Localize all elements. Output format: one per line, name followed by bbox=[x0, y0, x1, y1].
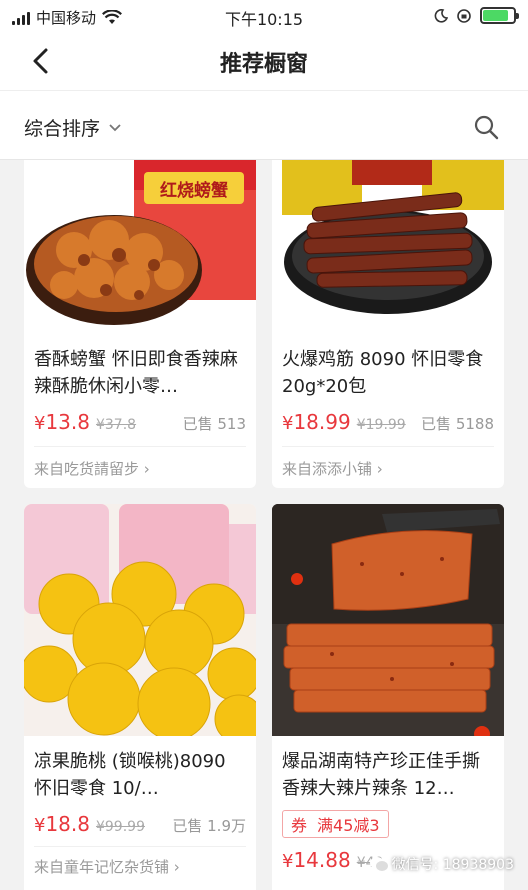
price: ¥13.8 bbox=[34, 410, 90, 434]
coupon-tag: 券 bbox=[291, 816, 308, 835]
price-row: ¥18.99 ¥19.99 已售 5188 bbox=[282, 410, 494, 438]
shop-link[interactable]: 来自添添小铺 › bbox=[282, 458, 494, 479]
shop-link[interactable]: 来自童年记忆杂货铺 › bbox=[34, 856, 246, 877]
shop-link[interactable]: 来自吃货請留步 › bbox=[34, 458, 246, 479]
coupon-text: 满45减3 bbox=[317, 816, 380, 835]
price: ¥18.8 bbox=[34, 812, 90, 836]
sort-dropdown[interactable]: 综合排序 bbox=[24, 114, 122, 141]
original-price: ¥37.8 bbox=[95, 417, 137, 433]
product-card[interactable]: 爆品湖南特产珍正佳手撕香辣大辣片辣条 12… 券 满45减3 ¥14.88 ¥4… bbox=[272, 504, 504, 890]
sold-count: 已售 1.9万 bbox=[172, 817, 246, 835]
product-image bbox=[272, 504, 504, 736]
product-image bbox=[24, 504, 256, 736]
price: ¥18.99 bbox=[282, 410, 351, 434]
original-price: ¥19.99 bbox=[356, 417, 406, 433]
moon-icon bbox=[434, 8, 448, 23]
sort-bar: 综合排序 bbox=[0, 90, 528, 160]
product-card[interactable]: 火爆鸡筋 8090 怀旧零食 20g*20包 ¥18.99 ¥19.99 已售 … bbox=[272, 160, 504, 488]
status-bar: 中国移动 下午10:15 bbox=[0, 0, 528, 32]
sort-label: 综合排序 bbox=[24, 118, 101, 140]
original-price: ¥99.99 bbox=[95, 819, 145, 835]
product-name: 凉果脆桃 (锁喉桃)8090 怀旧零食 10/… bbox=[34, 751, 226, 799]
search-icon[interactable] bbox=[472, 113, 500, 141]
product-card[interactable]: 凉果脆桃 (锁喉桃)8090 怀旧零食 10/… ¥18.8 ¥99.99 已售… bbox=[24, 504, 256, 890]
product-name: 香酥螃蟹 怀旧即食香辣麻辣酥脆休闲小零… bbox=[34, 349, 238, 397]
battery-icon bbox=[480, 7, 519, 24]
package-label: 红烧螃蟹 bbox=[160, 181, 228, 201]
price: ¥14.88 bbox=[282, 848, 351, 872]
price-row: ¥18.8 ¥99.99 已售 1.9万 bbox=[34, 812, 246, 840]
page-title: 推荐橱窗 bbox=[219, 52, 308, 77]
product-card[interactable]: 红烧螃蟹 香酥螃蟹 怀旧即食香辣麻辣酥脆休闲小零… ¥13.8 ¥37.8 已售… bbox=[24, 160, 256, 488]
product-name: 火爆鸡筋 8090 怀旧零食 20g*20包 bbox=[282, 349, 484, 397]
price-row: ¥13.8 ¥37.8 已售 513 bbox=[34, 410, 246, 438]
sold-count: 已售 513 bbox=[182, 415, 246, 433]
product-name: 爆品湖南特产珍正佳手撕香辣大辣片辣条 12… bbox=[282, 751, 480, 799]
coupon-badge[interactable]: 券 满45减3 bbox=[282, 810, 389, 838]
nav-bar: 推荐橱窗 bbox=[0, 32, 528, 90]
sold-count: 已售 5188 bbox=[421, 415, 494, 433]
watermark: 微信号: 18938903 bbox=[369, 854, 514, 874]
wechat-icon bbox=[369, 857, 388, 871]
product-image: 红烧螃蟹 bbox=[24, 160, 256, 330]
rotation-lock-icon bbox=[457, 8, 471, 23]
chevron-down-icon bbox=[109, 123, 121, 131]
watermark-text: 微信号: 18938903 bbox=[391, 857, 514, 873]
product-image bbox=[272, 160, 504, 330]
